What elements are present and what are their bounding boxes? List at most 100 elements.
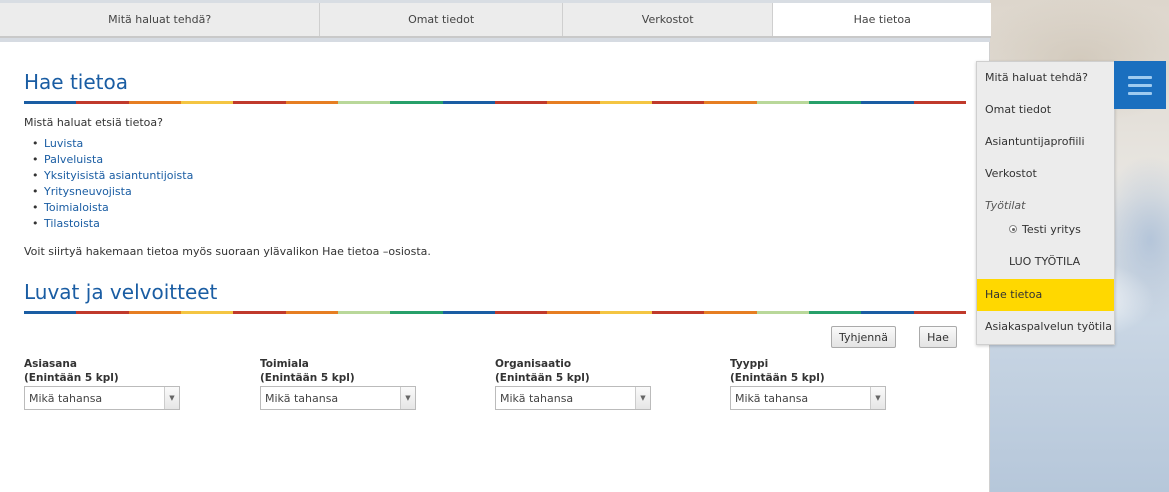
filter-label: Tyyppi: [730, 358, 769, 370]
stripe-segment: [913, 311, 966, 314]
stripe-segment: [180, 311, 234, 314]
tab-mita-haluat-tehda[interactable]: Mitä haluat tehdä?: [0, 3, 321, 36]
stripe-segment: [390, 101, 443, 104]
intro-text: Mistä haluat etsiä tietoa?: [24, 116, 163, 129]
search-topic-list: Luvista Palveluista Yksityisistä asiantu…: [44, 136, 193, 232]
menu-item-asiantuntijaprofiili[interactable]: Asiantuntijaprofiili: [977, 126, 1114, 158]
filter-limit: (Enintään 5 kpl): [730, 372, 825, 384]
filter-tyyppi: Tyyppi (Enintään 5 kpl) Mikä tahansa ▼: [730, 357, 886, 410]
hamburger-bar: [1128, 75, 1152, 79]
stripe-segment: [756, 101, 809, 104]
menu-item-hae-tietoa[interactable]: Hae tietoa: [977, 279, 1114, 311]
stripe-segment: [861, 101, 914, 104]
stripe-segment: [76, 311, 129, 314]
link-luvista[interactable]: Luvista: [44, 137, 83, 150]
color-stripe: [24, 311, 966, 314]
link-palveluista[interactable]: Palveluista: [44, 153, 103, 166]
stripe-segment: [861, 311, 914, 314]
stripe-segment: [442, 311, 495, 314]
stripe-segment: [76, 101, 129, 104]
chevron-down-icon[interactable]: ▼: [400, 387, 415, 409]
toimiala-select[interactable]: Mikä tahansa ▼: [260, 386, 416, 410]
stripe-segment: [233, 101, 286, 104]
stripe-segment: [285, 311, 338, 314]
stripe-segment: [547, 311, 600, 314]
chevron-down-icon[interactable]: ▼: [870, 387, 885, 409]
stripe-segment: [547, 101, 600, 104]
hamburger-bar: [1128, 83, 1152, 87]
menu-item-testi-yritys[interactable]: Testi yritys: [977, 214, 1114, 246]
menu-item-omat-tiedot[interactable]: Omat tiedot: [977, 94, 1114, 126]
hamburger-icon[interactable]: [1114, 61, 1166, 109]
page-title: Hae tietoa: [24, 70, 128, 94]
filter-organisaatio: Organisaatio (Enintään 5 kpl) Mikä tahan…: [495, 357, 651, 410]
select-value: Mikä tahansa: [735, 391, 809, 405]
chevron-down-icon[interactable]: ▼: [635, 387, 650, 409]
search-button[interactable]: Hae: [919, 326, 957, 348]
list-item: Tilastoista: [44, 216, 193, 232]
tyyppi-select[interactable]: Mikä tahansa ▼: [730, 386, 886, 410]
stripe-segment: [704, 101, 757, 104]
asiasana-select[interactable]: Mikä tahansa ▼: [24, 386, 180, 410]
menu-item-label: Testi yritys: [1022, 223, 1081, 236]
stripe-segment: [24, 101, 77, 104]
filter-label: Toimiala: [260, 358, 309, 370]
link-tilastoista[interactable]: Tilastoista: [44, 217, 100, 230]
stripe-segment: [233, 311, 286, 314]
side-menu: Mitä haluat tehdä? Omat tiedot Asiantunt…: [976, 61, 1115, 345]
stripe-segment: [337, 101, 391, 104]
stripe-segment: [651, 311, 705, 314]
list-item: Luvista: [44, 136, 193, 152]
stripe-segment: [651, 101, 705, 104]
stripe-segment: [442, 101, 495, 104]
tab-verkostot[interactable]: Verkostot: [563, 3, 774, 36]
stripe-segment: [494, 101, 548, 104]
select-value: Mikä tahansa: [29, 391, 103, 405]
stripe-segment: [390, 311, 443, 314]
info-note: Voit siirtyä hakemaan tietoa myös suoraa…: [24, 245, 431, 258]
organisaatio-select[interactable]: Mikä tahansa ▼: [495, 386, 651, 410]
link-yksityisista-asiantuntijoista[interactable]: Yksityisistä asiantuntijoista: [44, 169, 193, 182]
filter-label: Asiasana: [24, 358, 77, 370]
list-item: Yksityisistä asiantuntijoista: [44, 168, 193, 184]
tab-omat-tiedot[interactable]: Omat tiedot: [320, 3, 563, 36]
stripe-segment: [704, 311, 757, 314]
stripe-segment: [128, 311, 181, 314]
hamburger-bar: [1128, 91, 1152, 95]
top-navigation: Mitä haluat tehdä? Omat tiedot Verkostot…: [0, 3, 992, 38]
list-item: Toimialoista: [44, 200, 193, 216]
list-item: Yritysneuvojista: [44, 184, 193, 200]
menu-item-asiakaspalvelun-tyotila[interactable]: Asiakaspalvelun työtila: [977, 311, 1114, 343]
stripe-segment: [337, 311, 391, 314]
menu-item-luo-tyotila[interactable]: LUO TYÖTILA: [977, 246, 1114, 278]
stripe-segment: [756, 311, 809, 314]
list-item: Palveluista: [44, 152, 193, 168]
link-yritysneuvojista[interactable]: Yritysneuvojista: [44, 185, 132, 198]
filter-label: Organisaatio: [495, 358, 572, 370]
stripe-segment: [180, 101, 234, 104]
menu-item-mita-haluat-tehda[interactable]: Mitä haluat tehdä?: [977, 62, 1114, 94]
color-stripe: [24, 101, 966, 104]
stripe-segment: [808, 101, 862, 104]
chevron-down-icon[interactable]: ▼: [164, 387, 179, 409]
filter-limit: (Enintään 5 kpl): [495, 372, 590, 384]
link-toimialoista[interactable]: Toimialoista: [44, 201, 109, 214]
tab-hae-tietoa[interactable]: Hae tietoa: [773, 3, 992, 36]
section-title: Luvat ja velvoitteet: [24, 280, 218, 304]
stripe-segment: [494, 311, 548, 314]
select-value: Mikä tahansa: [265, 391, 339, 405]
stripe-segment: [285, 101, 338, 104]
stripe-segment: [599, 311, 652, 314]
filter-asiasana: Asiasana (Enintään 5 kpl) Mikä tahansa ▼: [24, 357, 180, 410]
clear-button[interactable]: Tyhjennä: [831, 326, 896, 348]
filter-limit: (Enintään 5 kpl): [24, 372, 119, 384]
stripe-segment: [128, 101, 181, 104]
filter-limit: (Enintään 5 kpl): [260, 372, 355, 384]
menu-item-verkostot[interactable]: Verkostot: [977, 158, 1114, 190]
main-content: Hae tietoa Mistä haluat etsiä tietoa? Lu…: [0, 42, 990, 492]
stripe-segment: [808, 311, 862, 314]
stripe-segment: [913, 101, 966, 104]
stripe-segment: [24, 311, 77, 314]
radio-dot-icon: [1009, 225, 1017, 233]
filter-toimiala: Toimiala (Enintään 5 kpl) Mikä tahansa ▼: [260, 357, 416, 410]
